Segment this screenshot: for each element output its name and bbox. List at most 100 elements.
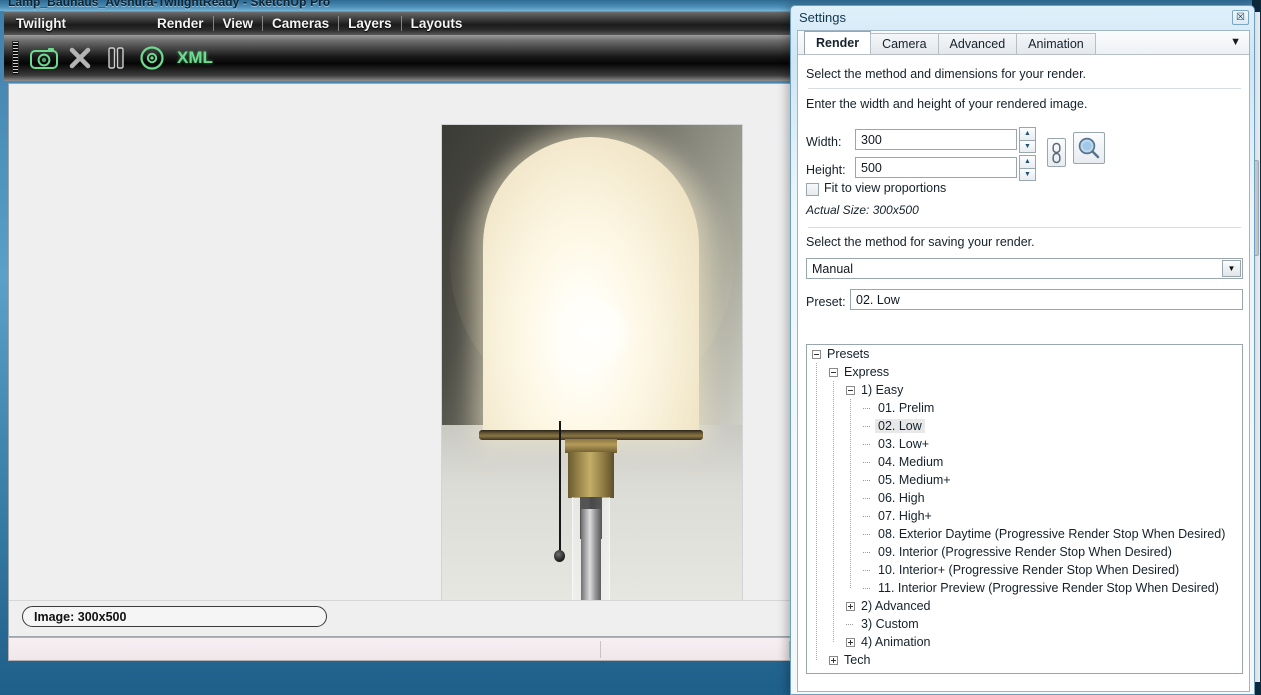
tree-item[interactable]: 06. High: [807, 489, 1242, 507]
tree-leaf-connector: [863, 530, 872, 539]
height-stepper[interactable]: ▲ ▼: [1019, 155, 1036, 181]
menu-item-render[interactable]: Render: [148, 16, 213, 31]
twilight-brand-label: Twilight: [16, 16, 66, 31]
tree-item[interactable]: 01. Prelim: [807, 399, 1242, 417]
tree-item-label: 1) Easy: [861, 383, 904, 397]
tree-leaf-connector: [863, 422, 872, 431]
menu-item-layouts[interactable]: Layouts: [402, 16, 472, 31]
tab-animation[interactable]: Animation: [1016, 33, 1096, 54]
tree-item-label: 4) Animation: [861, 635, 931, 649]
tree-item-label: 06. High: [878, 491, 925, 505]
menu-items: Render View Cameras Layers Layouts: [148, 16, 471, 31]
tree-item[interactable]: 02. Low: [807, 417, 1242, 435]
render-panel: Select the method and dimensions for you…: [798, 55, 1249, 691]
menu-separator: [262, 16, 264, 31]
actual-size-readout: Actual Size: 300x500: [806, 203, 919, 217]
tree-item-label: 09. Interior (Progressive Render Stop Wh…: [878, 545, 1172, 559]
height-input[interactable]: 500: [855, 157, 1017, 178]
tree-leaf-connector: [863, 584, 872, 593]
tree-item[interactable]: 03. Low+: [807, 435, 1242, 453]
tree-expand-icon[interactable]: [846, 637, 855, 647]
tree-leaf-connector: [863, 476, 872, 485]
tree-collapse-icon[interactable]: [812, 349, 821, 359]
settings-window: Settings ☒ Render Camera Advanced Animat…: [790, 5, 1255, 695]
tree-item[interactable]: 05. Medium+: [807, 471, 1242, 489]
tree-item-label: 08. Exterior Daytime (Progressive Render…: [878, 527, 1226, 541]
tree-item-label: 03. Low+: [878, 437, 930, 451]
height-stepper-down[interactable]: ▼: [1019, 167, 1036, 181]
tree-item[interactable]: Presets: [807, 345, 1242, 363]
tree-item[interactable]: 1) Easy: [807, 381, 1242, 399]
fit-to-view-label: Fit to view proportions: [824, 181, 947, 195]
presets-tree[interactable]: Presets Express 1) Easy 01. Prelim 02. Low 03…: [806, 344, 1243, 674]
settings-titlebar[interactable]: Settings ☒: [791, 6, 1254, 30]
save-method-value: Manual: [812, 261, 853, 276]
hint-saving-method: Select the method for saving your render…: [806, 235, 1035, 249]
height-stepper-up[interactable]: ▲: [1019, 155, 1036, 168]
width-stepper-down[interactable]: ▼: [1019, 139, 1036, 153]
tree-item[interactable]: 10. Interior+ (Progressive Render Stop W…: [807, 561, 1242, 579]
tree-connector-line: [833, 381, 834, 643]
menu-item-cameras[interactable]: Cameras: [263, 16, 338, 31]
tab-camera[interactable]: Camera: [870, 33, 939, 54]
stop-render-icon[interactable]: [62, 40, 98, 76]
chevron-down-icon[interactable]: ▼: [1222, 260, 1241, 277]
lamp-pull-cord: [559, 421, 561, 553]
width-stepper[interactable]: ▲ ▼: [1019, 127, 1036, 153]
tree-item-label: Presets: [827, 347, 870, 361]
pause-render-icon[interactable]: [98, 40, 134, 76]
tree-expand-icon[interactable]: [829, 655, 838, 665]
divider: [808, 227, 1241, 228]
height-label: Height:: [806, 163, 846, 177]
tree-item-label: 05. Medium+: [878, 473, 951, 487]
tree-item[interactable]: 3) Custom: [807, 615, 1242, 633]
width-input[interactable]: 300: [855, 129, 1017, 150]
xml-icon-label: XML: [177, 48, 213, 67]
tab-render[interactable]: Render: [804, 31, 872, 54]
tree-item[interactable]: 07. High+: [807, 507, 1242, 525]
tab-advanced[interactable]: Advanced: [937, 33, 1018, 54]
tree-item[interactable]: Tech: [807, 651, 1242, 669]
menu-item-view[interactable]: View: [214, 16, 263, 31]
render-camera-icon[interactable]: [26, 40, 62, 76]
tree-expand-icon[interactable]: [846, 601, 855, 611]
tree-item[interactable]: 11. Interior Preview (Progressive Render…: [807, 579, 1242, 597]
lamp-collar: [565, 439, 617, 453]
tree-leaf-connector: [863, 512, 872, 521]
tree-item[interactable]: 2) Advanced: [807, 597, 1242, 615]
preset-input[interactable]: 02. Low: [850, 289, 1243, 310]
magnifier-icon[interactable]: [1073, 132, 1105, 164]
menu-item-layers[interactable]: Layers: [339, 16, 401, 31]
toolbar-drag-handle[interactable]: [12, 41, 19, 75]
link-aspect-icon[interactable]: [1047, 138, 1066, 167]
settings-tabstrip: Render Camera Advanced Animation ▼: [798, 31, 1249, 55]
tree-item[interactable]: 08. Exterior Daytime (Progressive Render…: [807, 525, 1242, 543]
width-stepper-up[interactable]: ▲: [1019, 127, 1036, 140]
save-method-dropdown[interactable]: Manual ▼: [806, 258, 1243, 279]
tree-item[interactable]: 09. Interior (Progressive Render Stop Wh…: [807, 543, 1242, 561]
tree-leaf-connector: [863, 404, 872, 413]
lamp-shade: [483, 137, 699, 437]
menu-separator: [338, 16, 340, 31]
tree-item-label: 10. Interior+ (Progressive Render Stop W…: [878, 563, 1180, 577]
tree-collapse-icon[interactable]: [829, 367, 838, 377]
close-icon[interactable]: ☒: [1232, 10, 1249, 25]
tree-connector-line: [816, 363, 817, 661]
tree-item[interactable]: 04. Medium: [807, 453, 1242, 471]
tree-item-label: Express: [844, 365, 890, 379]
lamp-brass-fitting: [568, 452, 614, 498]
rendered-image[interactable]: [442, 125, 742, 625]
tree-item[interactable]: Express: [807, 363, 1242, 381]
tree-item-label: 3) Custom: [861, 617, 919, 631]
xml-export-icon[interactable]: XML: [170, 40, 220, 76]
tree-item-label: 02. Low: [875, 419, 925, 433]
tree-item[interactable]: 4) Animation: [807, 633, 1242, 651]
width-label: Width:: [806, 135, 842, 149]
app-title: Lamp_Bauhaus_Avshura-TwilightReady - Ske…: [8, 0, 331, 9]
lamp-bulb-hotspot: [553, 297, 629, 373]
save-render-icon[interactable]: [134, 40, 170, 76]
chevron-down-icon[interactable]: ▼: [1230, 36, 1241, 48]
hint-method-dimensions: Select the method and dimensions for you…: [806, 67, 1087, 81]
fit-to-view-checkbox[interactable]: [806, 183, 819, 196]
tree-collapse-icon[interactable]: [846, 385, 855, 395]
